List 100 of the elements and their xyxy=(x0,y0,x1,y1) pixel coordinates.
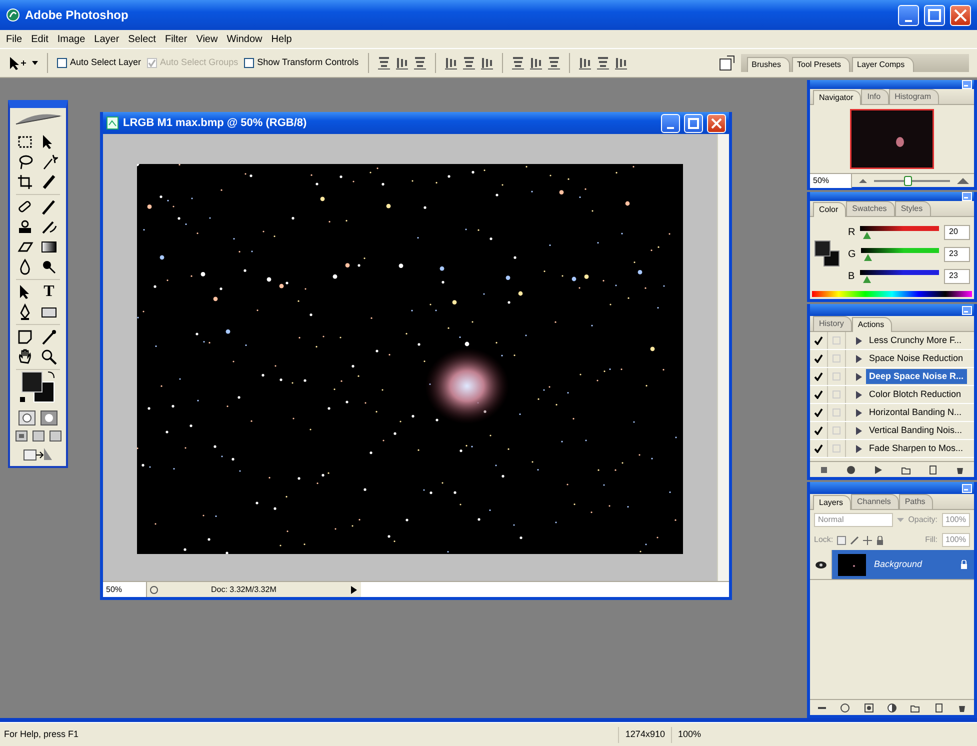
checkmark-icon[interactable] xyxy=(814,444,823,453)
color-swatches-icon[interactable] xyxy=(814,240,840,268)
menu-item[interactable]: Help xyxy=(271,32,292,46)
color-spectrum[interactable] xyxy=(812,291,972,297)
screen-mode-icon[interactable] xyxy=(48,430,62,442)
align-icon[interactable] xyxy=(414,56,426,70)
record-icon[interactable] xyxy=(846,464,856,474)
zoom-out-icon[interactable] xyxy=(858,178,868,184)
minimize-icon[interactable] xyxy=(962,484,972,492)
distribute-icon[interactable] xyxy=(596,56,609,70)
caret-icon[interactable] xyxy=(32,61,38,65)
align-icon[interactable] xyxy=(444,56,457,70)
action-item[interactable]: Less Crunchy More F... xyxy=(866,332,965,348)
action-item[interactable]: Horizontal Banding N... xyxy=(866,404,965,420)
action-item[interactable]: Fade Sharpen to Mos... xyxy=(866,440,966,456)
checkmark-icon[interactable] xyxy=(814,390,823,399)
palette-tab[interactable]: Tool Presets xyxy=(792,57,850,72)
distribute-icon[interactable] xyxy=(530,56,542,70)
panel-tab[interactable]: Actions xyxy=(852,317,892,332)
play-arrow-icon[interactable] xyxy=(856,372,862,380)
play-arrow-icon[interactable] xyxy=(856,408,862,416)
channel-value-field[interactable]: 20 xyxy=(944,224,970,240)
menu-item[interactable]: Select xyxy=(128,32,156,46)
color-slider[interactable] xyxy=(860,248,939,260)
panel-tab[interactable]: Paths xyxy=(898,494,934,509)
action-item[interactable]: Vertical Banding Nois... xyxy=(866,422,966,438)
menu-item[interactable]: Layer xyxy=(94,32,120,46)
blend-mode-dropdown[interactable]: Normal xyxy=(814,513,894,527)
horizontal-scrollbar[interactable] xyxy=(361,582,729,597)
zoom-field[interactable]: 50% xyxy=(103,582,147,597)
distribute-icon[interactable] xyxy=(548,56,560,70)
mask-icon[interactable] xyxy=(864,702,874,712)
minimize-icon[interactable] xyxy=(962,80,972,89)
new-page-icon[interactable] xyxy=(928,464,938,474)
minimize-icon[interactable] xyxy=(962,192,972,201)
menu-item[interactable]: Image xyxy=(57,32,86,46)
panel-tab[interactable]: Channels xyxy=(851,494,899,509)
move-tool-icon[interactable] xyxy=(8,55,26,71)
standard-mode-icon[interactable] xyxy=(18,410,36,426)
zoom-field[interactable]: 50% xyxy=(810,174,852,188)
menu-item[interactable]: File xyxy=(6,32,22,46)
menu-item[interactable]: View xyxy=(196,32,218,46)
folder-icon[interactable] xyxy=(910,702,920,712)
new-page-icon[interactable] xyxy=(934,702,944,712)
play-arrow-icon[interactable] xyxy=(856,444,862,452)
padlock-icon[interactable] xyxy=(876,536,884,544)
panel-tab[interactable]: Color xyxy=(813,202,846,217)
hand-icon[interactable] xyxy=(16,348,34,366)
menu-item[interactable]: Filter xyxy=(164,32,188,46)
checkbox[interactable] xyxy=(244,58,254,68)
lock-transparency-icon[interactable] xyxy=(837,536,846,544)
crop-icon[interactable] xyxy=(16,173,34,191)
eye-icon[interactable] xyxy=(814,560,826,568)
minimize-icon[interactable] xyxy=(962,306,972,314)
palette-tab[interactable]: Brushes xyxy=(746,57,790,72)
palette-tab[interactable]: Layer Comps xyxy=(852,57,914,72)
close-button[interactable] xyxy=(707,114,726,132)
fx-circle-icon[interactable] xyxy=(840,702,850,712)
screen-mode-icon[interactable] xyxy=(32,430,44,442)
type-tool[interactable]: T xyxy=(40,283,58,301)
action-item[interactable]: Deep Space Noise R... xyxy=(866,368,967,384)
menu-item[interactable]: Window xyxy=(226,32,262,46)
move-cross-icon[interactable] xyxy=(863,536,872,544)
play-arrow-icon[interactable] xyxy=(351,586,357,594)
checkmark-icon[interactable] xyxy=(814,408,823,417)
play-arrow-icon[interactable] xyxy=(856,426,862,434)
eyedropper-icon[interactable] xyxy=(40,328,58,346)
play-arrow-icon[interactable] xyxy=(856,336,862,344)
checkmark-icon[interactable] xyxy=(814,426,823,435)
checkmark-icon[interactable] xyxy=(814,354,823,363)
distribute-icon[interactable] xyxy=(512,56,524,70)
vertical-scrollbar[interactable] xyxy=(717,134,729,581)
quick-mask-icon[interactable] xyxy=(40,410,58,426)
panel-tab[interactable]: History xyxy=(813,316,852,331)
note-icon[interactable] xyxy=(16,328,34,346)
align-icon[interactable] xyxy=(462,56,475,70)
checkmark-icon[interactable] xyxy=(814,372,823,381)
opacity-field[interactable]: 100% xyxy=(942,513,970,527)
lollipop-icon[interactable] xyxy=(40,258,58,276)
folder-icon[interactable] xyxy=(900,464,911,474)
panel-tab[interactable]: Navigator xyxy=(813,90,862,105)
panel-tab[interactable]: Swatches xyxy=(846,201,895,216)
action-item[interactable]: Space Noise Reduction xyxy=(866,350,966,366)
screen-mode-icon[interactable] xyxy=(14,430,28,442)
panel-tab[interactable]: Styles xyxy=(894,201,931,216)
play-arrow-icon[interactable] xyxy=(856,354,862,362)
align-icon[interactable] xyxy=(480,56,493,70)
zoom-icon[interactable] xyxy=(40,348,58,366)
distribute-icon[interactable] xyxy=(614,56,627,70)
fill-field[interactable]: 100% xyxy=(942,533,970,547)
checkbox[interactable] xyxy=(57,58,67,68)
align-icon[interactable] xyxy=(396,56,408,70)
panel-tab[interactable]: Info xyxy=(861,89,889,104)
play-arrow-icon[interactable] xyxy=(856,390,862,398)
action-item[interactable]: Color Blotch Reduction xyxy=(866,386,964,402)
distribute-icon[interactable] xyxy=(578,56,591,70)
minimize-button[interactable] xyxy=(661,114,680,132)
zoom-in-icon[interactable] xyxy=(956,177,970,185)
panel-tab[interactable]: Layers xyxy=(813,495,852,510)
palette-well-icon[interactable] xyxy=(718,55,735,71)
